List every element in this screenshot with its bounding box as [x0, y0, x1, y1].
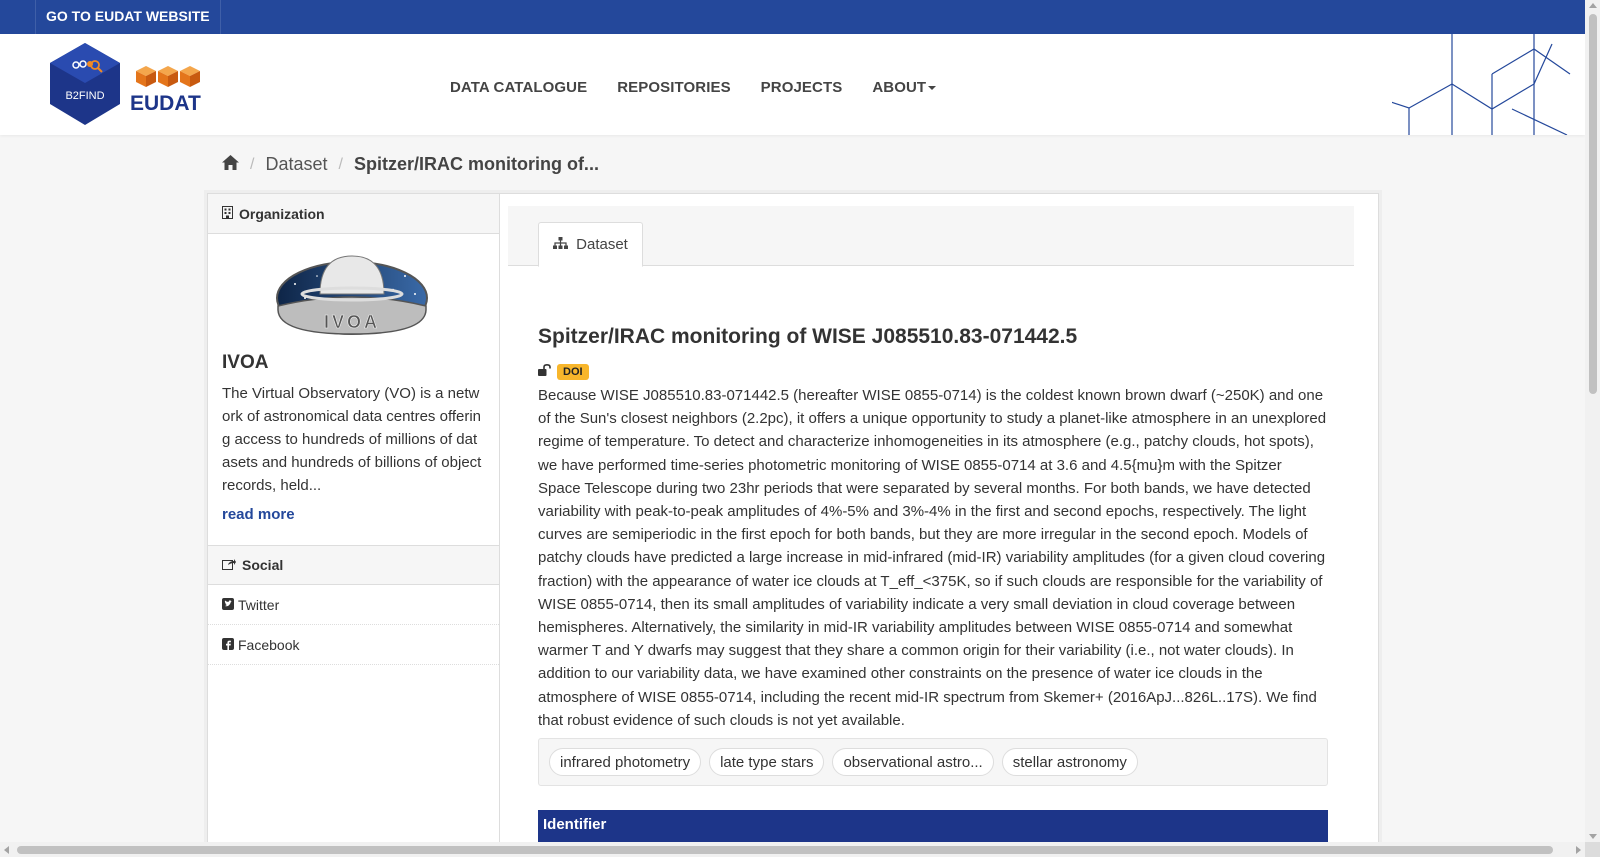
social-item-label: Facebook	[238, 636, 300, 653]
caret-down-icon	[928, 86, 937, 91]
scroll-up-arrow-icon[interactable]	[1589, 3, 1597, 8]
tabs-bar: Dataset	[508, 206, 1354, 267]
organization-name: IVOA	[222, 352, 269, 373]
scroll-left-arrow-icon[interactable]	[4, 846, 9, 854]
breadcrumb: / Dataset / Spitzer/IRAC monitoring of..…	[222, 154, 599, 175]
nav-about[interactable]: ABOUT	[872, 79, 937, 96]
hexagon-decoration	[1392, 34, 1571, 135]
b2find-logo[interactable]: B2FIND EUDAT	[48, 43, 203, 130]
tab-dataset[interactable]: Dataset	[538, 222, 643, 267]
go-to-eudat-link[interactable]: GO TO EUDAT WEBSITE	[35, 0, 221, 34]
top-bar: GO TO EUDAT WEBSITE	[0, 0, 1585, 34]
svg-text:EUDAT: EUDAT	[130, 92, 201, 115]
organization-heading-label: Organization	[239, 205, 325, 222]
tag-item[interactable]: infrared photometry	[549, 748, 702, 776]
horizontal-scroll-thumb[interactable]	[17, 846, 1553, 854]
vertical-scrollbar[interactable]	[1585, 0, 1600, 842]
tag-item[interactable]: observational astro...	[832, 748, 994, 776]
nav-data-catalogue[interactable]: DATA CATALOGUE	[450, 79, 587, 96]
dataset-abstract: Because WISE J085510.83-071442.5 (hereaf…	[538, 387, 1327, 729]
breadcrumb-separator: /	[338, 155, 343, 173]
site-header: B2FIND EUDAT DATA CATALOGUE REPOSITORIES…	[0, 34, 1585, 135]
tag-item[interactable]: late type stars	[709, 748, 825, 776]
ivoa-logo[interactable]: IVOA	[275, 254, 429, 336]
tag-item[interactable]: stellar astronomy	[1001, 748, 1138, 776]
tab-dataset-label: Dataset	[576, 236, 628, 253]
scroll-down-arrow-icon[interactable]	[1589, 834, 1597, 839]
twitter-icon	[222, 585, 234, 625]
social-item-label: Twitter	[238, 596, 280, 613]
social-heading-label: Social	[242, 557, 284, 573]
building-icon	[222, 194, 233, 234]
dataset-main: Dataset Spitzer/IRAC monitoring of WISE …	[508, 206, 1365, 857]
doi-badge[interactable]: DOI	[557, 364, 589, 380]
dataset-badges: DOI	[538, 363, 589, 381]
sidebar: Organization IVOA IVOA The Virtual Obser…	[208, 194, 500, 857]
social-heading: Social	[208, 545, 499, 585]
unlock-icon	[538, 363, 551, 381]
horizontal-scrollbar[interactable]	[0, 842, 1585, 857]
read-more-link[interactable]: read more	[222, 506, 499, 523]
facebook-icon	[222, 625, 234, 665]
scroll-right-arrow-icon[interactable]	[1576, 846, 1581, 854]
main-nav: DATA CATALOGUE REPOSITORIES PROJECTS ABO…	[450, 79, 937, 96]
breadcrumb-current[interactable]: Spitzer/IRAC monitoring of...	[354, 154, 599, 175]
scrollbar-corner	[1585, 842, 1600, 857]
breadcrumb-separator: /	[250, 155, 255, 173]
tag-list: infrared photometry late type stars obse…	[538, 738, 1328, 786]
home-icon[interactable]	[222, 154, 239, 175]
share-icon	[222, 545, 236, 585]
svg-text:B2FIND: B2FIND	[65, 90, 104, 102]
social-item-facebook[interactable]: Facebook	[208, 625, 499, 665]
organization-heading: Organization	[208, 194, 499, 234]
social-item-twitter[interactable]: Twitter	[208, 585, 499, 625]
organization-description: The Virtual Observatory (VO) is a networ…	[222, 385, 482, 494]
nav-projects[interactable]: PROJECTS	[761, 79, 843, 96]
vertical-scroll-thumb[interactable]	[1589, 14, 1597, 394]
content-wrapper: Organization IVOA IVOA The Virtual Obser…	[207, 193, 1379, 857]
dataset-title: Spitzer/IRAC monitoring of WISE J085510.…	[538, 325, 1078, 348]
svg-text:IVOA: IVOA	[324, 312, 380, 332]
nav-about-label: ABOUT	[872, 79, 927, 96]
sitemap-icon	[553, 236, 569, 253]
nav-repositories[interactable]: REPOSITORIES	[617, 79, 730, 96]
breadcrumb-dataset[interactable]: Dataset	[265, 154, 327, 175]
